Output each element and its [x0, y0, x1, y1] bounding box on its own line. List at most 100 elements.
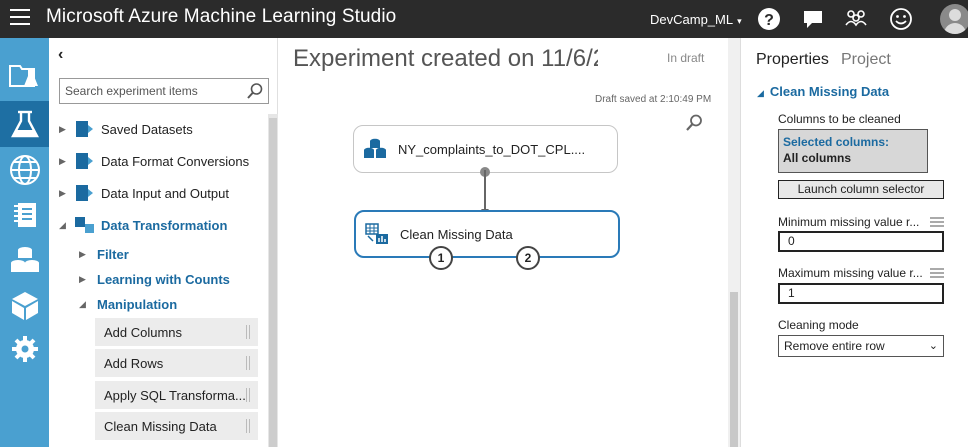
parameter-menu-icon[interactable]	[930, 268, 944, 278]
collapse-arrow-icon: ◢	[59, 219, 66, 230]
draft-saved-time: Draft saved at 2:10:49 PM	[595, 94, 712, 105]
min-missing-label: Minimum missing value r...	[778, 215, 920, 229]
max-missing-label: Maximum missing value r...	[778, 266, 923, 280]
columns-label: Columns to be cleaned	[778, 112, 901, 126]
module-add-rows[interactable]: Add Rows	[95, 349, 258, 377]
module-heading[interactable]: ◢ Clean Missing Data	[757, 84, 889, 99]
output-port-2[interactable]: 2	[516, 246, 540, 270]
module-apply-sql-transformation[interactable]: Apply SQL Transforma...	[95, 381, 258, 409]
collapse-arrow-icon: ◢	[79, 298, 86, 309]
subcategory-label: Filter	[97, 246, 129, 262]
category-data-transformation[interactable]: ◢ Data Transformation	[59, 215, 227, 235]
help-icon[interactable]: ?	[756, 6, 782, 32]
feedback-icon[interactable]	[800, 6, 826, 32]
expand-arrow-icon: ▶	[79, 273, 86, 284]
experiment-title[interactable]: Experiment created on 11/6/2	[293, 45, 598, 73]
module-name: Clean Missing Data	[769, 84, 890, 99]
app-title: Microsoft Azure Machine Learning Studio	[46, 6, 397, 27]
drag-handle-icon[interactable]	[246, 419, 250, 433]
search-box	[59, 78, 269, 104]
selected-columns-value: All columns	[783, 151, 852, 165]
subcategory-learning-with-counts[interactable]: ▶ Learning with Counts	[79, 269, 230, 289]
cleaning-mode-value: Remove entire row	[784, 339, 885, 353]
canvas-scrollbar[interactable]	[728, 38, 740, 447]
workspace-selector[interactable]: DevCamp_ML ▾	[650, 12, 742, 27]
subcategory-label: Learning with Counts	[97, 271, 230, 287]
zoom-search-icon[interactable]	[684, 113, 704, 133]
subcategory-filter[interactable]: ▶ Filter	[79, 244, 129, 264]
selected-columns-box: Selected columns: All columns	[778, 129, 928, 173]
max-missing-input[interactable]: 1	[778, 283, 944, 304]
draft-status: In draft	[667, 51, 705, 65]
subcategory-label: Manipulation	[97, 296, 178, 312]
dataset-category-icon	[76, 185, 93, 201]
collapse-arrow-icon: ◢	[757, 88, 764, 98]
clean-missing-data-node[interactable]: Clean Missing Data	[354, 210, 620, 258]
collapse-palette-icon[interactable]: ‹	[58, 46, 63, 64]
experiment-canvas[interactable]: Experiment created on 11/6/2 In draft Dr…	[278, 38, 740, 447]
selected-columns-title: Selected columns:	[783, 135, 890, 149]
properties-panel: Properties Project ◢ Clean Missing Data C…	[740, 38, 968, 447]
module-label: Add Rows	[104, 355, 164, 371]
category-label: Data Format Conversions	[101, 153, 250, 169]
expand-arrow-icon: ▶	[59, 187, 66, 198]
drag-handle-icon[interactable]	[246, 356, 250, 370]
module-label: Apply SQL Transforma...	[104, 387, 246, 403]
transformation-module-icon	[365, 223, 388, 244]
category-saved-datasets[interactable]: ▶ Saved Datasets	[59, 119, 193, 139]
category-label: Saved Datasets	[101, 121, 193, 137]
category-label: Data Input and Output	[101, 185, 229, 201]
min-missing-input[interactable]: 0	[778, 231, 944, 252]
category-data-format-conversions[interactable]: ▶ Data Format Conversions	[59, 151, 249, 171]
launch-column-selector-button[interactable]: Launch column selector	[778, 180, 944, 199]
smiley-icon[interactable]	[888, 6, 914, 32]
module-label: Add Columns	[104, 324, 183, 340]
drag-handle-icon[interactable]	[246, 325, 250, 339]
expand-arrow-icon: ▶	[79, 248, 86, 259]
trained-models-icon[interactable]	[0, 283, 49, 329]
scrollbar-thumb[interactable]	[730, 292, 738, 447]
chevron-down-icon: ▾	[737, 16, 742, 26]
search-experiment-input[interactable]	[60, 79, 240, 103]
node-label: NY_complaints_to_DOT_CPL....	[398, 141, 586, 157]
datasets-icon[interactable]	[0, 237, 49, 283]
experiments-icon[interactable]	[0, 101, 49, 147]
expand-arrow-icon: ▶	[59, 155, 66, 166]
dataset-category-icon	[76, 121, 93, 137]
chevron-down-icon: ⌄	[928, 340, 938, 352]
projects-icon[interactable]	[0, 52, 49, 98]
web-services-icon[interactable]	[0, 147, 49, 193]
category-label: Data Transformation	[101, 217, 228, 233]
cleaning-mode-select[interactable]: Remove entire row ⌄	[778, 335, 944, 357]
palette-scrollbar[interactable]	[268, 114, 278, 447]
dataset-category-icon	[76, 153, 93, 169]
tab-project[interactable]: Project	[841, 51, 891, 69]
category-data-input-output[interactable]: ▶ Data Input and Output	[59, 183, 229, 203]
left-nav	[0, 38, 49, 447]
workspace-name: DevCamp_ML	[650, 12, 734, 27]
svg-text:?: ?	[764, 12, 774, 29]
module-clean-missing-data[interactable]: Clean Missing Data	[95, 412, 258, 440]
notebooks-icon[interactable]	[0, 192, 49, 238]
cleaning-mode-label: Cleaning mode	[778, 318, 859, 332]
dataset-icon	[364, 138, 386, 158]
module-label: Clean Missing Data	[104, 418, 217, 434]
parameter-menu-icon[interactable]	[930, 217, 944, 227]
scrollbar-thumb[interactable]	[269, 118, 277, 447]
module-palette: ‹ ▶ Saved Datasets ▶ Data Format Convers…	[49, 38, 278, 447]
subcategory-manipulation[interactable]: ◢ Manipulation	[79, 294, 177, 314]
hamburger-menu-icon[interactable]	[10, 9, 30, 27]
tab-properties[interactable]: Properties	[756, 51, 829, 69]
top-bar: Microsoft Azure Machine Learning Studio …	[0, 0, 968, 38]
connection-line[interactable]	[484, 170, 486, 214]
user-avatar[interactable]	[940, 4, 968, 34]
expand-arrow-icon: ▶	[59, 123, 66, 134]
settings-icon[interactable]	[0, 326, 49, 372]
module-add-columns[interactable]: Add Columns	[95, 318, 258, 346]
search-icon[interactable]	[246, 82, 264, 100]
dataset-node[interactable]: NY_complaints_to_DOT_CPL....	[353, 125, 618, 173]
node-label: Clean Missing Data	[400, 226, 513, 242]
drag-handle-icon[interactable]	[246, 388, 250, 402]
community-icon[interactable]	[843, 6, 869, 32]
output-port-1[interactable]: 1	[429, 246, 453, 270]
